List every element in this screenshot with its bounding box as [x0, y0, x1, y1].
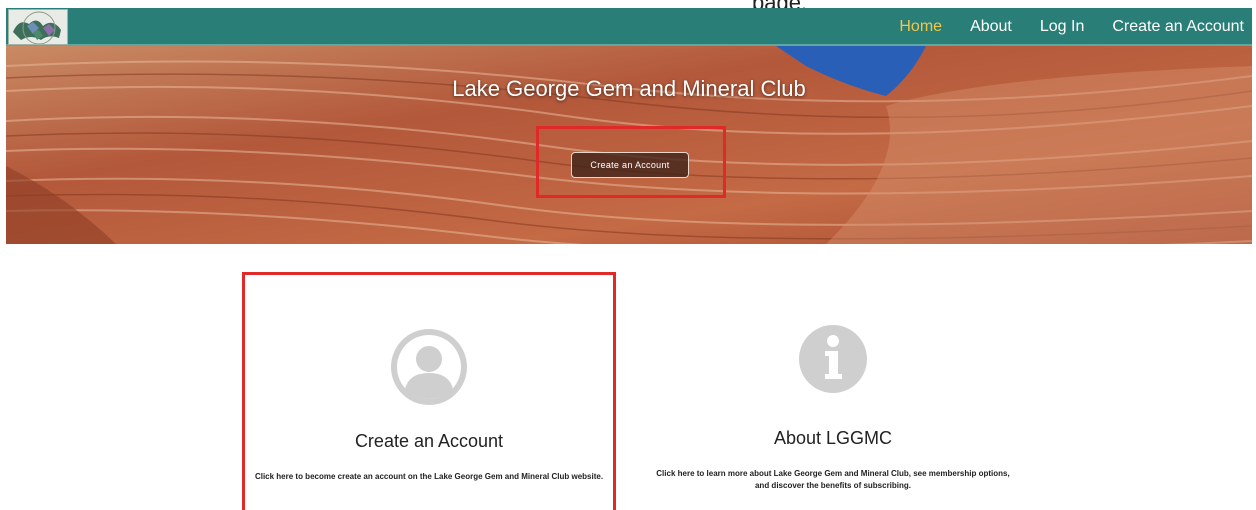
nav-log-in[interactable]: Log In [1040, 18, 1084, 36]
create-account-card-title: Create an Account [354, 431, 504, 451]
hero-title: Lake George Gem and Mineral Club [452, 76, 806, 101]
hero-create-account-button[interactable]: Create an Account [571, 152, 689, 178]
hero-banner: Lake George Gem and Mineral Club Create … [6, 46, 1252, 244]
create-account-card-description: Click here to become create an account o… [254, 472, 604, 481]
about-card-title: About LGGMC [773, 428, 893, 448]
club-logo[interactable] [8, 9, 68, 45]
navbar: Home About Log In Create an Account [6, 8, 1252, 46]
info-circle-icon [799, 325, 867, 393]
nav-create-account[interactable]: Create an Account [1112, 18, 1244, 36]
create-account-card[interactable]: Create an Account Click here to become c… [242, 272, 616, 510]
user-circle-icon [391, 329, 467, 405]
about-card-description: Click here to learn more about Lake Geor… [656, 469, 1010, 490]
nav-home[interactable]: Home [899, 18, 942, 36]
gem-logo-icon [9, 10, 67, 44]
about-card[interactable]: About LGGMC Click here to learn more abo… [646, 272, 1020, 510]
page: page. Home About Log In Create an Accoun… [0, 0, 1256, 510]
top-strip: page. [0, 0, 1256, 15]
nav-about[interactable]: About [970, 18, 1012, 36]
nav-links: Home About Log In Create an Account [871, 8, 1244, 46]
